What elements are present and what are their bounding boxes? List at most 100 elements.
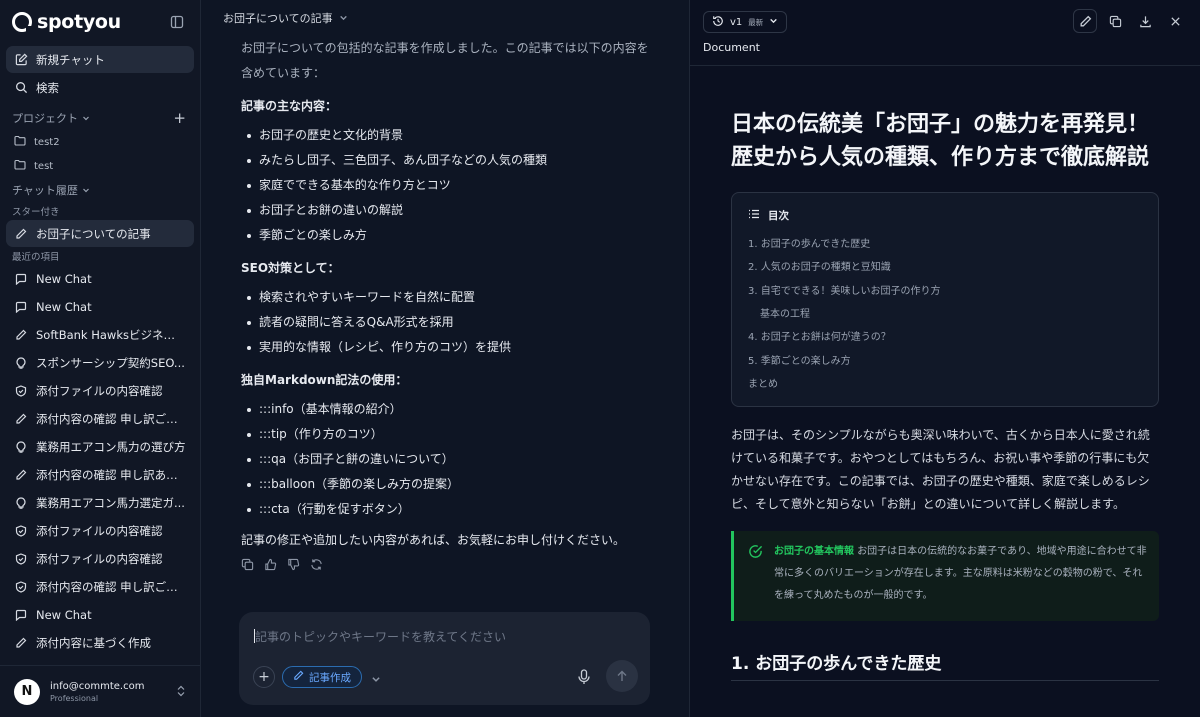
edit-icon[interactable]: [1073, 9, 1097, 33]
attach-button[interactable]: +: [253, 666, 275, 688]
chat-bubble-icon: [14, 300, 28, 314]
chat-item-recent[interactable]: 添付ファイルの内容確認: [6, 517, 194, 545]
user-info: info@commte.com Professional: [50, 681, 166, 703]
chat-title-dropdown[interactable]: お団子についての記事: [201, 0, 689, 36]
thumbs-up-icon[interactable]: [264, 555, 277, 580]
sidebar-scroll[interactable]: 新規チャット 検索 プロジェクト + test2 test チャット履歴 スター: [0, 44, 200, 665]
document-title: 日本の伝統美「お団子」の魅力を再発見！歴史から人気の種類、作り方まで徹底解説: [731, 112, 1150, 170]
project-item[interactable]: test2: [6, 130, 194, 154]
user-plan: Professional: [50, 693, 99, 703]
info-callout: お団子の基本情報 お団子は日本の伝統的なお菓子であり、地域や用途に合わせて非常に…: [731, 531, 1159, 621]
send-button[interactable]: [606, 660, 638, 692]
prompt-input[interactable]: 記事のトピックやキーワードを教えてください: [255, 628, 506, 645]
chat-item-recent[interactable]: 添付内容の確認 申し訳ござ...: [6, 405, 194, 433]
chat-item-label: 添付内容の確認 申し訳ござ...: [36, 580, 186, 594]
chevron-down-icon[interactable]: [371, 669, 381, 688]
folder-icon: [14, 135, 26, 149]
message-intro: お団子についての包括的な記事を作成しました。この記事では以下の内容を含めています…: [241, 41, 649, 80]
toc-link[interactable]: 5. 季節ごとの楽しみ方: [748, 347, 1142, 370]
version-label: v1: [730, 16, 743, 28]
chevron-down-icon: [339, 12, 348, 25]
new-chat-button[interactable]: 新規チャット: [6, 46, 194, 73]
shield-check-icon: [14, 580, 28, 594]
add-project-icon[interactable]: +: [173, 109, 186, 127]
lightbulb-icon: [14, 356, 28, 370]
toc-link[interactable]: まとめ: [748, 371, 1142, 394]
chat-item-recent[interactable]: New Chat: [6, 293, 194, 321]
copy-icon[interactable]: [1103, 9, 1127, 33]
list-icon: [748, 209, 760, 222]
project-label: test2: [34, 136, 60, 148]
history-icon: [712, 15, 724, 30]
assistant-message: お団子についての包括的な記事を作成しました。この記事では以下の内容を含めています…: [241, 36, 651, 580]
chat-item-recent[interactable]: 添付内容の確認 申し訳あり...: [6, 461, 194, 489]
chat-item-recent[interactable]: 業務用エアコン馬力の選び方: [6, 433, 194, 461]
chat-item-recent[interactable]: New Chat: [6, 601, 194, 629]
pencil-icon: [14, 468, 28, 482]
brand-name: spotyou: [37, 11, 121, 33]
message-closing: 記事の修正や追加したい内容があれば、お気軽にお申し付けください。: [241, 533, 626, 547]
list-item: 季節ごとの楽しみ方: [241, 223, 651, 248]
chat-item-recent[interactable]: スポンサーシップ契約SEO...: [6, 349, 194, 377]
microphone-icon[interactable]: [577, 669, 591, 689]
chat-item-label: 業務用エアコン馬力の選び方: [36, 440, 186, 454]
chat-item-recent[interactable]: New Chat: [6, 265, 194, 293]
projects-section-header[interactable]: プロジェクト +: [6, 106, 194, 130]
message-composer: 記事のトピックやキーワードを教えてください + 記事作成: [239, 612, 650, 705]
chat-item-recent[interactable]: SoftBank Hawksビジネスサ...: [6, 321, 194, 349]
regenerate-icon[interactable]: [310, 555, 323, 580]
toc-link[interactable]: 2. 人気のお団子の種類と豆知識: [748, 254, 1142, 277]
list-item: 検索されやすいキーワードを自然に配置: [241, 285, 651, 310]
download-icon[interactable]: [1133, 9, 1157, 33]
chat-item-label: 添付内容の確認 申し訳あり...: [36, 468, 186, 482]
thumbs-down-icon[interactable]: [287, 555, 300, 580]
chat-item-label: スポンサーシップ契約SEO...: [36, 356, 185, 370]
brand-logo[interactable]: spotyou: [12, 11, 121, 33]
document-panel: v1 最新 Document 日本の伝統美「お団子」の魅力を再発見！歴史から人気…: [690, 0, 1200, 717]
toc-link[interactable]: 基本の工程: [748, 301, 1142, 324]
callout-title: お団子の基本情報: [774, 546, 854, 557]
document-tools: [1073, 9, 1187, 33]
history-section-header[interactable]: チャット履歴: [6, 178, 194, 202]
message-actions: [241, 555, 651, 580]
copy-icon[interactable]: [241, 555, 254, 580]
sidebar: spotyou 新規チャット 検索 プロジェクト + test2 test チャ…: [0, 0, 201, 717]
close-icon[interactable]: [1163, 9, 1187, 33]
chat-item-recent[interactable]: 添付ファイルの内容確認: [6, 377, 194, 405]
new-chat-label: 新規チャット: [36, 52, 105, 67]
chat-item-recent[interactable]: 添付ファイルの内容確認: [6, 545, 194, 573]
pencil-icon: [14, 227, 28, 241]
table-of-contents: 目次 1. お団子の歩んできた歴史 2. 人気のお団子の種類と豆知識 3. 自宅でで…: [731, 192, 1159, 407]
project-item[interactable]: test: [6, 154, 194, 178]
chat-item-recent[interactable]: 業務用エアコン馬力選定ガ...: [6, 489, 194, 517]
toc-link[interactable]: 3. 自宅でできる！美味しいお団子の作り方: [748, 278, 1142, 301]
chevron-down-icon: [769, 16, 778, 28]
chevron-updown-icon[interactable]: [176, 682, 186, 701]
chat-item-recent[interactable]: 添付内容の確認 申し訳ござ...: [6, 573, 194, 601]
version-selector[interactable]: v1 最新: [703, 11, 788, 33]
list-item: :::balloon（季節の楽しみ方の提案）: [241, 472, 651, 497]
history-label: チャット履歴: [12, 184, 78, 197]
toc-link[interactable]: 1. お団子の歩んできた歴史: [748, 231, 1142, 254]
chat-item-starred[interactable]: お団子についての記事: [6, 220, 194, 247]
app-root: spotyou 新規チャット 検索 プロジェクト + test2 test チャ…: [0, 0, 1200, 717]
article-mode-chip[interactable]: 記事作成: [282, 666, 362, 688]
bullet-list: :::info（基本情報の紹介）:::tip（作り方のコツ）:::qa（お団子と…: [241, 397, 651, 522]
starred-label: スター付き: [12, 207, 60, 218]
list-item: 家庭でできる基本的な作り方とコツ: [241, 173, 651, 198]
user-account[interactable]: N info@commte.com Professional: [0, 665, 200, 717]
sidebar-toggle-icon[interactable]: [168, 13, 186, 31]
recent-chat-list: New Chat New Chat SoftBank Hawksビジネスサ... スポ…: [6, 265, 194, 657]
toc-link[interactable]: 4. お団子とお餅は何が違うの？: [748, 324, 1142, 347]
chat-item-recent[interactable]: 添付内容に基づく作成: [6, 629, 194, 657]
chat-item-label: 添付ファイルの内容確認: [36, 552, 163, 566]
chat-item-label: New Chat: [36, 272, 92, 286]
chat-item-label: 添付ファイルの内容確認: [36, 384, 163, 398]
search-button[interactable]: 検索: [6, 74, 194, 101]
sidebar-header: spotyou: [0, 0, 200, 44]
search-icon: [14, 81, 28, 95]
chat-panel: お団子についての記事 お団子についての包括的な記事を作成しました。この記事では以…: [201, 0, 690, 717]
document-content[interactable]: 日本の伝統美「お団子」の魅力を再発見！歴史から人気の種類、作り方まで徹底解説 目…: [731, 67, 1159, 681]
list-item: お団子の歴史と文化的背景: [241, 123, 651, 148]
shield-check-icon: [14, 384, 28, 398]
